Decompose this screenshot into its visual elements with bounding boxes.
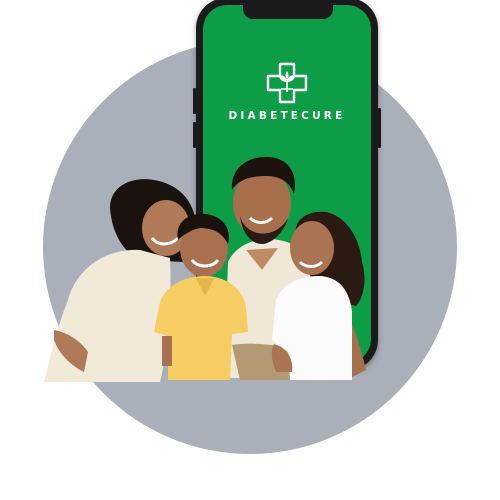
hero-scene: DIABETECURE bbox=[0, 0, 500, 500]
girl-figure bbox=[271, 211, 365, 380]
family-photo bbox=[44, 156, 366, 382]
